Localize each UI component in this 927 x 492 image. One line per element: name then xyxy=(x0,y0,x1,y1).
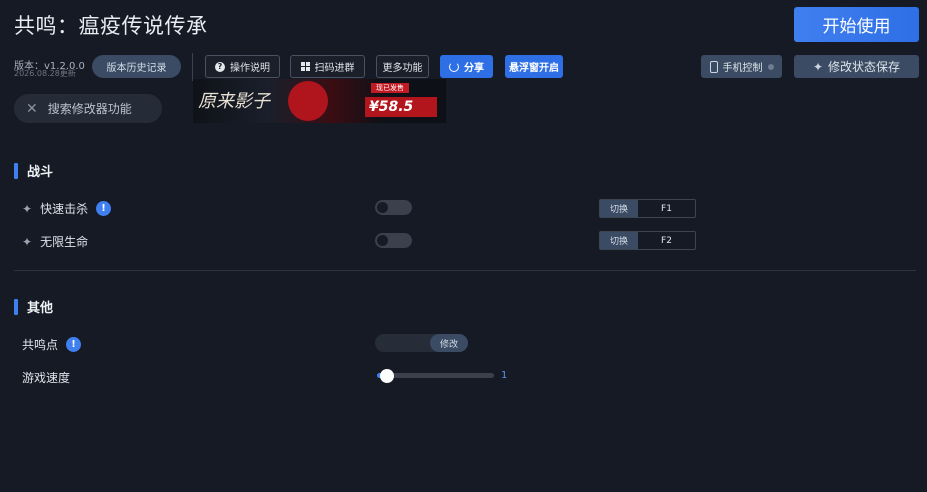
banner-red-circle xyxy=(288,81,328,121)
resonance-points-input[interactable]: 修改 xyxy=(375,334,468,352)
float-window-label: 悬浮窗开启 xyxy=(509,63,559,74)
section-accent-bar xyxy=(14,298,18,315)
phone-control-label: 手机控制 xyxy=(722,63,763,74)
save-state-button[interactable]: ✦ 修改状态保存 xyxy=(794,55,919,78)
section-title: 其他 xyxy=(27,301,54,316)
phone-control-button[interactable]: 手机控制 xyxy=(701,55,782,78)
option-label: 快速击杀 xyxy=(40,202,89,216)
phone-icon xyxy=(709,60,718,73)
instructions-button[interactable]: ? 操作说明 xyxy=(205,55,280,78)
section-other-header: 其他 xyxy=(14,297,53,316)
option-game-speed: 游戏速度 xyxy=(22,369,70,386)
question-icon: ? xyxy=(215,61,225,72)
fast-kill-toggle[interactable] xyxy=(375,200,412,215)
option-fast-kill: ✦ 快速击杀 ! xyxy=(22,200,112,217)
status-dot-icon xyxy=(767,63,774,70)
option-label: 游戏速度 xyxy=(22,371,71,385)
fast-kill-hotkey[interactable]: 切换 F1 xyxy=(599,199,696,218)
version-history-button[interactable]: 版本历史记录 xyxy=(92,55,181,78)
info-icon[interactable]: ! xyxy=(66,337,82,352)
game-speed-slider-thumb[interactable] xyxy=(380,369,394,383)
start-button[interactable]: 开始使用 xyxy=(794,7,919,42)
section-accent-bar xyxy=(14,162,18,179)
banner-game-title: 原来影子 xyxy=(198,91,270,112)
share-label: 分享 xyxy=(464,63,484,74)
banner-release-tag: 现已发售 xyxy=(371,83,409,93)
hotkey-key: F2 xyxy=(661,235,672,246)
toolbar-divider xyxy=(192,53,193,81)
sparkle-icon: ✦ xyxy=(812,59,824,74)
more-features-label: 更多功能 xyxy=(382,63,423,74)
sparkle-icon: ✦ xyxy=(22,201,33,216)
app-title: 共鸣：瘟疫传说传承 xyxy=(14,14,208,38)
section-divider xyxy=(14,270,916,271)
option-resonance-points: 共鸣点 ! xyxy=(22,336,82,353)
ad-banner[interactable]: 原来影子 现已发售 ¥58.5 xyxy=(193,79,446,123)
hotkey-switch-label: 切换 xyxy=(600,200,638,217)
option-infinite-health: ✦ 无限生命 xyxy=(22,233,88,250)
scan-group-button[interactable]: 扫码进群 xyxy=(290,55,365,78)
option-label: 共鸣点 xyxy=(22,338,59,352)
share-button[interactable]: 分享 xyxy=(440,55,493,78)
search-placeholder: 搜索修改器功能 xyxy=(47,102,132,116)
section-title: 战斗 xyxy=(27,165,54,180)
tools-icon: ✕ xyxy=(26,100,38,117)
info-icon[interactable]: ! xyxy=(96,201,112,216)
game-speed-value: 1 xyxy=(501,370,508,381)
save-state-label: 修改状态保存 xyxy=(828,60,901,74)
section-combat-header: 战斗 xyxy=(14,161,53,180)
banner-price: ¥58.5 xyxy=(365,97,437,117)
hotkey-key: F1 xyxy=(661,203,672,214)
modify-button[interactable]: 修改 xyxy=(430,334,468,352)
hotkey-switch-label: 切换 xyxy=(600,232,638,249)
scan-group-label: 扫码进群 xyxy=(314,63,355,74)
qr-code-icon xyxy=(300,62,310,71)
instructions-label: 操作说明 xyxy=(230,63,270,74)
share-icon xyxy=(449,61,459,72)
infinite-health-toggle[interactable] xyxy=(375,233,412,248)
search-box[interactable]: ✕ 搜索修改器功能 xyxy=(14,94,162,123)
infinite-health-hotkey[interactable]: 切换 F2 xyxy=(599,231,696,250)
more-features-button[interactable]: 更多功能 xyxy=(376,55,429,78)
sparkle-icon: ✦ xyxy=(22,234,33,249)
game-speed-slider-track[interactable] xyxy=(377,373,494,378)
update-date: 2026.08.28更新 xyxy=(14,69,76,78)
option-label: 无限生命 xyxy=(40,235,89,249)
float-window-button[interactable]: 悬浮窗开启 xyxy=(505,55,563,78)
